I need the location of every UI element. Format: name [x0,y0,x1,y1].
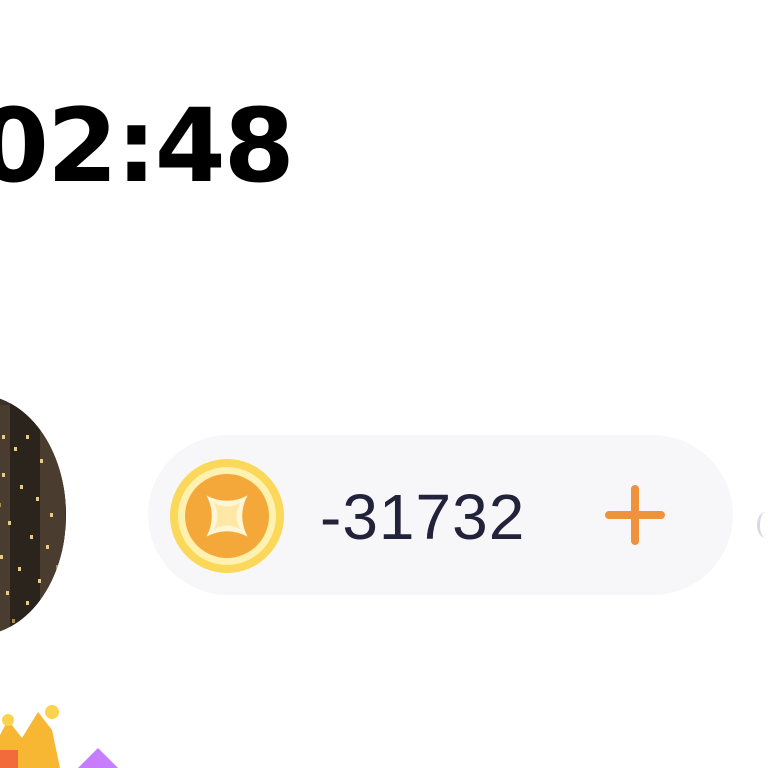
bottom-decoration [0,705,118,768]
add-coins-button[interactable] [603,483,667,547]
gem-icon [78,748,118,768]
plus-icon [605,485,665,545]
profile-screen: 02:48 -31732 [0,0,768,768]
partial-edge-icon [757,512,768,538]
avatar-image [0,395,66,635]
crown-icon [0,705,60,768]
avatar[interactable] [0,395,66,635]
coin-balance-pill[interactable]: -31732 [148,435,733,595]
gold-coin-icon [170,459,284,573]
status-bar-time: 02:48 [0,87,295,206]
coin-balance-value: -31732 [320,481,526,553]
